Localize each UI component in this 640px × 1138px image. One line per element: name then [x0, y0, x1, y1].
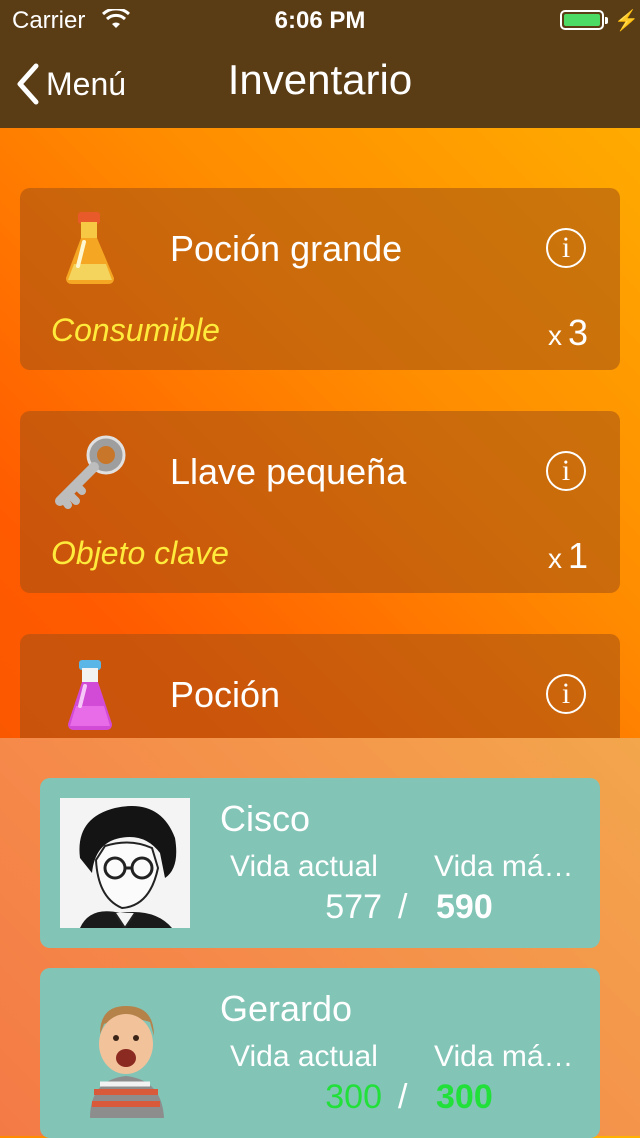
- charging-icon: ⚡: [614, 10, 639, 32]
- item-quantity: x1: [548, 535, 588, 577]
- max-hp-label: Vida má…: [434, 850, 574, 883]
- status-bar: Carrier 6:06 PM ⚡: [0, 0, 640, 40]
- current-hp-label: Vida actual: [230, 850, 378, 883]
- battery-icon: [560, 10, 608, 30]
- item-name: Poción: [170, 674, 281, 715]
- party-member-card[interactable]: Gerardo Vida actual Vida má… 300 / 300: [40, 968, 600, 1138]
- item-name: Poción grande: [170, 228, 403, 269]
- quantity-prefix: x: [547, 320, 562, 351]
- max-hp-value: 300: [436, 1078, 493, 1116]
- avatar: [60, 988, 190, 1118]
- info-icon[interactable]: i: [546, 451, 586, 491]
- item-name: Llave pequeña: [170, 451, 407, 492]
- inventory-item[interactable]: Poción i: [20, 634, 620, 738]
- party-member-card[interactable]: Cisco Vida actual Vida má… 577 / 590: [40, 778, 600, 948]
- key-icon: [55, 435, 126, 509]
- inventory-item[interactable]: Llave pequeña i Objeto clave x1: [20, 411, 620, 593]
- member-name: Cisco: [220, 798, 311, 839]
- info-icon[interactable]: i: [546, 228, 586, 268]
- quantity-value: 1: [567, 535, 588, 576]
- member-name: Gerardo: [220, 988, 353, 1029]
- current-hp-value: 300: [325, 1078, 382, 1116]
- max-hp-label: Vida má…: [434, 1040, 574, 1073]
- avatar: [60, 798, 190, 928]
- max-hp-value: 590: [436, 888, 493, 926]
- info-icon[interactable]: i: [546, 674, 586, 714]
- inventory-item[interactable]: Poción grande i Consumible x3: [20, 188, 620, 370]
- item-quantity: x3: [548, 312, 588, 354]
- status-time: 6:06 PM: [274, 7, 366, 34]
- potion-icon: [68, 660, 112, 730]
- party-panel: Cisco Vida actual Vida má… 577 / 590 Ger…: [0, 738, 640, 1138]
- hp-separator: /: [398, 1078, 408, 1116]
- current-hp-value: 577: [325, 888, 382, 926]
- hp-separator: /: [398, 888, 408, 926]
- quantity-prefix: x: [547, 543, 562, 574]
- quantity-value: 3: [567, 312, 588, 353]
- current-hp-label: Vida actual: [230, 1040, 378, 1073]
- item-type: Consumible: [51, 312, 220, 348]
- large-potion-icon: [66, 212, 114, 284]
- item-type: Objeto clave: [51, 535, 229, 571]
- inventory-list[interactable]: Poción grande i Consumible x3 Llave pequ…: [0, 128, 640, 738]
- page-title: Inventario: [227, 56, 413, 103]
